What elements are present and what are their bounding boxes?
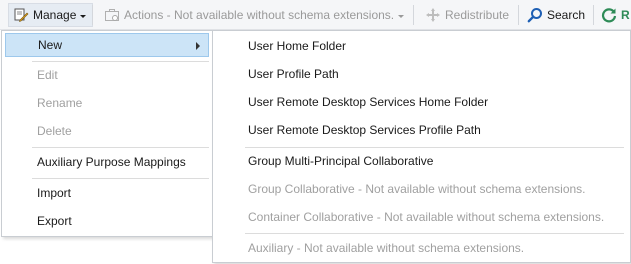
menu-item-new[interactable]: New	[5, 33, 209, 57]
toolbar: Manage Actions - Not available without s…	[0, 0, 631, 30]
search-icon	[527, 7, 543, 23]
menu-item-container-collaborative[interactable]: Container Collaborative - Not available …	[216, 205, 627, 229]
menu-divider	[245, 233, 624, 234]
menu-item-delete[interactable]: Delete	[5, 119, 209, 143]
refresh-button[interactable]: R	[601, 3, 630, 27]
manage-menu-button[interactable]: Manage	[8, 3, 94, 27]
menu-divider	[32, 178, 209, 179]
chevron-down-icon	[80, 14, 87, 18]
menu-divider	[32, 147, 209, 148]
menu-item-label: Delete	[37, 124, 72, 138]
menu-item-group-multi-principal-collaborative[interactable]: Group Multi-Principal Collaborative	[216, 149, 627, 173]
menu-item-user-home-folder[interactable]: User Home Folder	[216, 34, 627, 58]
menu-item-label: Auxiliary - Not available without schema…	[248, 241, 525, 255]
actions-menu-button[interactable]: Actions - Not available without schema e…	[104, 3, 405, 27]
chevron-down-icon	[398, 14, 405, 18]
menu-item-auxiliary-purpose-mappings[interactable]: Auxiliary Purpose Mappings	[5, 150, 209, 174]
redistribute-label: Redistribute	[445, 8, 510, 22]
menu-item-rename[interactable]: Rename	[5, 91, 209, 115]
menu-item-label: Group Multi-Principal Collaborative	[248, 154, 434, 168]
menu-item-label: User Profile Path	[248, 67, 339, 81]
redistribute-button[interactable]: Redistribute	[425, 3, 509, 27]
menu-item-auxiliary[interactable]: Auxiliary - Not available without schema…	[216, 236, 627, 260]
menu-item-user-rds-profile-path[interactable]: User Remote Desktop Services Profile Pat…	[216, 118, 627, 142]
menu-divider	[32, 61, 209, 62]
menu-item-export[interactable]: Export	[5, 209, 209, 233]
toolbar-divider	[593, 5, 594, 25]
menu-item-label: Edit	[37, 68, 58, 82]
menu-item-user-rds-home-folder[interactable]: User Remote Desktop Services Home Folder	[216, 90, 627, 114]
menu-item-label: Container Collaborative - Not available …	[248, 210, 605, 224]
menu-item-edit[interactable]: Edit	[5, 63, 209, 87]
toolbar-divider	[92, 5, 93, 25]
menu-item-label: User Home Folder	[248, 39, 347, 53]
chevron-right-icon	[196, 42, 200, 50]
menu-item-label: Group Collaborative - Not available with…	[248, 182, 586, 196]
toolbar-divider	[413, 5, 414, 25]
manage-label: Manage	[33, 8, 77, 22]
search-button[interactable]: Search	[527, 3, 585, 27]
menu-item-label: User Remote Desktop Services Profile Pat…	[248, 123, 481, 137]
tools-icon	[104, 7, 120, 23]
search-label: Search	[547, 8, 586, 22]
menu-item-label: Export	[37, 214, 72, 228]
menu-item-label: Rename	[37, 96, 83, 110]
new-submenu: User Home Folder User Profile Path User …	[212, 30, 631, 263]
menu-item-group-collaborative[interactable]: Group Collaborative - Not available with…	[216, 177, 627, 201]
menu-item-label: New	[38, 38, 63, 52]
refresh-icon	[601, 7, 617, 23]
menu-item-label: Import	[37, 186, 72, 200]
menu-item-label: Auxiliary Purpose Mappings	[37, 155, 186, 169]
menu-item-user-profile-path[interactable]: User Profile Path	[216, 62, 627, 86]
menu-divider	[245, 147, 624, 148]
manage-dropdown-menu: New Edit Rename Delete Auxiliary Purpose…	[1, 30, 213, 237]
menu-item-import[interactable]: Import	[5, 181, 209, 205]
edit-icon	[13, 7, 29, 23]
menu-item-label: User Remote Desktop Services Home Folder	[248, 95, 489, 109]
toolbar-divider	[518, 5, 519, 25]
redistribute-icon	[425, 7, 441, 23]
refresh-label: R	[621, 8, 630, 22]
actions-label: Actions - Not available without schema e…	[124, 8, 395, 22]
